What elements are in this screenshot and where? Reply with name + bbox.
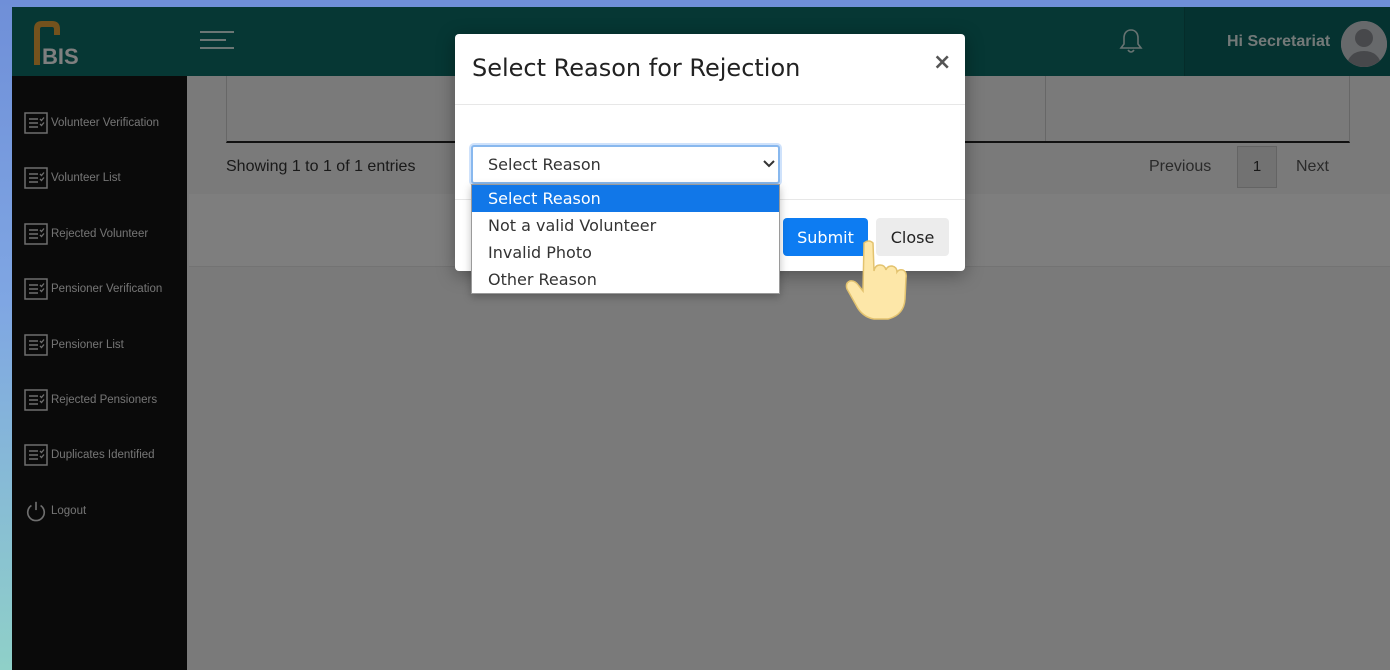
reason-options-list: Select Reason Not a valid Volunteer Inva… bbox=[471, 184, 780, 294]
hand-cursor-icon bbox=[845, 240, 907, 320]
reason-select[interactable]: Select Reason bbox=[471, 145, 780, 184]
reason-option-other-reason[interactable]: Other Reason bbox=[472, 266, 779, 293]
chevron-down-icon bbox=[763, 160, 775, 168]
app-window: BIS Hi Secretariat V bbox=[12, 7, 1390, 670]
modal-title: Select Reason for Rejection bbox=[472, 54, 801, 82]
modal-header: Select Reason for Rejection × bbox=[455, 34, 965, 105]
reason-select-value: Select Reason bbox=[488, 155, 601, 174]
close-icon[interactable]: × bbox=[933, 50, 951, 75]
reason-option-select-reason[interactable]: Select Reason bbox=[472, 185, 779, 212]
reason-option-not-valid-volunteer[interactable]: Not a valid Volunteer bbox=[472, 212, 779, 239]
reason-option-invalid-photo[interactable]: Invalid Photo bbox=[472, 239, 779, 266]
